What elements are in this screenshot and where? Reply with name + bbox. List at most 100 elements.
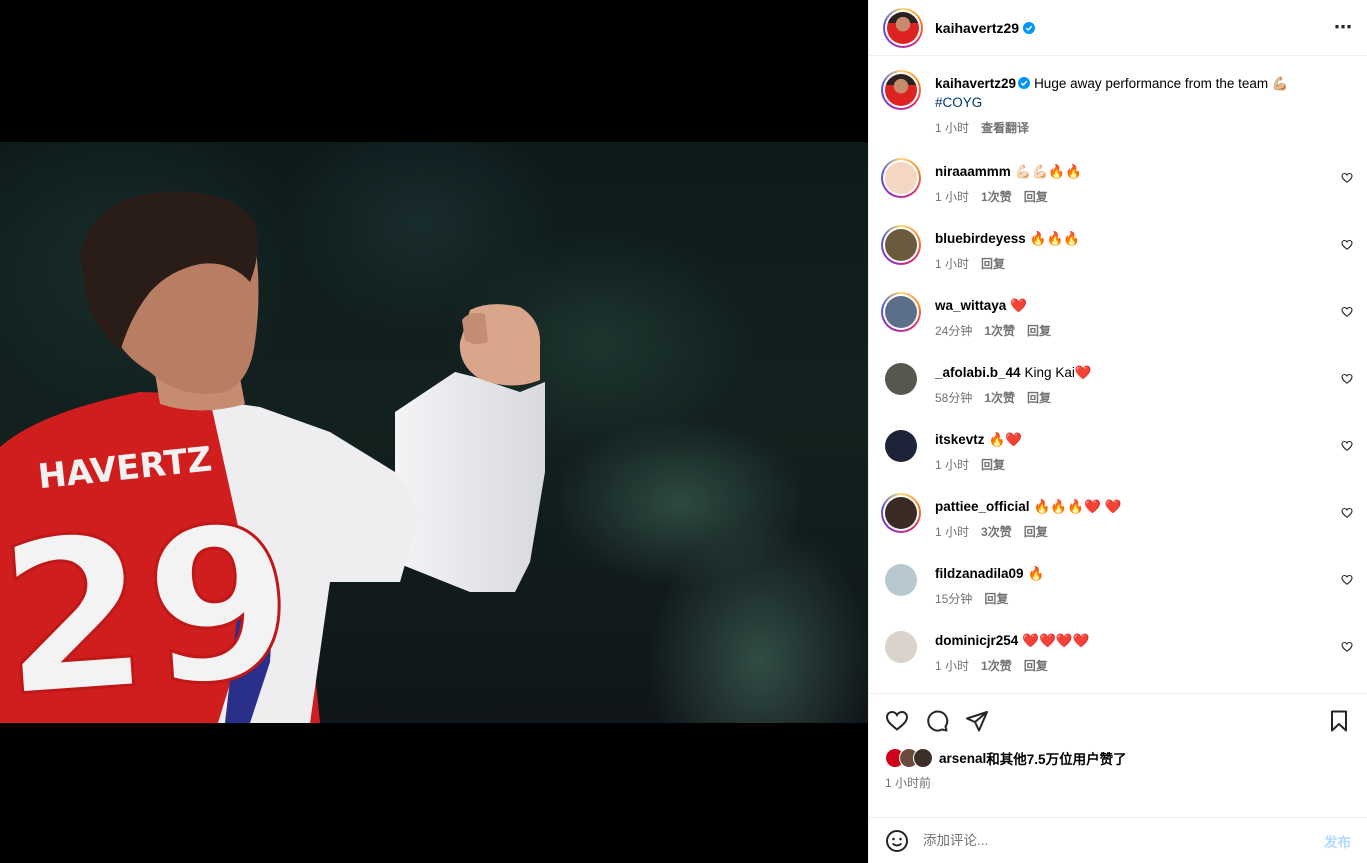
post-header: kaihavertz29 ⋯ — [869, 0, 1367, 56]
post-viewer: HAVERTZ 29 kaihavertz29 ⋯ kaihavertz29 Hu… — [0, 0, 1367, 863]
comment-text: 🔥🔥🔥 — [1029, 231, 1081, 246]
comment-like-count[interactable]: 1次赞 — [984, 322, 1015, 339]
comment-icon[interactable] — [925, 709, 949, 733]
comment-like-heart-icon[interactable] — [1341, 239, 1353, 251]
commenter-avatar[interactable] — [885, 363, 917, 395]
verified-badge-icon — [1018, 77, 1031, 89]
comment-text: 🔥🔥🔥❤️ ❤️ — [1033, 499, 1122, 514]
comment-row: niraaammm 💪🏻💪🏻🔥🔥 1 小时 1次赞 回复 — [881, 158, 1353, 213]
commenter-avatar[interactable] — [885, 631, 917, 663]
comment-text: ❤️ — [1010, 298, 1028, 313]
liker-avatars — [885, 748, 933, 768]
translate-button[interactable]: 查看翻译 — [981, 119, 1029, 136]
smiley-icon[interactable] — [885, 829, 909, 853]
comment-composer: 发布 — [869, 817, 1367, 863]
verified-badge-icon — [1023, 21, 1036, 34]
player-illustration: HAVERTZ 29 — [0, 191, 545, 723]
reply-button[interactable]: 回复 — [1024, 657, 1048, 674]
author-avatar-ring[interactable] — [883, 7, 923, 48]
author-username[interactable]: kaihavertz29 — [935, 20, 1019, 36]
commenter-avatar — [885, 296, 917, 328]
more-horizontal-icon[interactable]: ⋯ — [1334, 17, 1353, 38]
comment-text: 🔥 — [1027, 566, 1045, 581]
commenter-avatar-ring[interactable] — [881, 493, 921, 533]
commenter-username[interactable]: _afolabi.b_44 — [935, 365, 1021, 380]
commenter-username[interactable]: bluebirdeyess — [935, 231, 1026, 246]
caption-avatar — [885, 74, 917, 106]
comment-time[interactable]: 1 小时 — [935, 456, 969, 473]
commenter-avatar-ring[interactable] — [881, 292, 921, 332]
commenter-username[interactable]: itskevtz — [935, 432, 985, 447]
bookmark-icon[interactable] — [1327, 709, 1351, 733]
commenter-avatar-ring[interactable] — [881, 225, 921, 265]
comment-like-heart-icon[interactable] — [1341, 306, 1353, 318]
commenter-avatar — [885, 229, 917, 261]
comments-list[interactable]: kaihavertz29 Huge away performance from t… — [869, 56, 1367, 693]
caption-row: kaihavertz29 Huge away performance from t… — [881, 70, 1353, 136]
comment-time[interactable]: 15分钟 — [935, 590, 972, 607]
action-bar: arsenal 和其他7.5万位用户赞了 1 小时前 — [869, 693, 1367, 791]
commenter-username[interactable]: dominicjr254 — [935, 633, 1018, 648]
liker-avatar — [913, 748, 933, 768]
comment-like-count[interactable]: 1次赞 — [984, 389, 1015, 406]
reply-button[interactable]: 回复 — [1024, 523, 1048, 540]
likes-rest[interactable]: 和其他7.5万位用户赞了 — [986, 748, 1126, 768]
commenter-username[interactable]: wa_wittaya — [935, 298, 1006, 313]
comment-row: itskevtz 🔥❤️ 1 小时 回复 — [881, 426, 1353, 481]
commenter-avatar — [885, 162, 917, 194]
commenter-avatar[interactable] — [885, 430, 917, 462]
likes-summary[interactable]: arsenal 和其他7.5万位用户赞了 — [885, 748, 1351, 768]
comment-time[interactable]: 1 小时 — [935, 523, 969, 540]
paper-plane-icon[interactable] — [965, 709, 989, 733]
likes-lead-user[interactable]: arsenal — [939, 751, 986, 766]
comment-text: ❤️❤️❤️❤️ — [1022, 633, 1090, 648]
reply-button[interactable]: 回复 — [984, 590, 1008, 607]
comment-like-count[interactable]: 1次赞 — [981, 657, 1012, 674]
commenter-username[interactable]: niraaammm — [935, 164, 1011, 179]
commenter-username[interactable]: fildzanadila09 — [935, 566, 1024, 581]
comment-text: 💪🏻💪🏻🔥🔥 — [1014, 164, 1083, 179]
commenter-username[interactable]: pattiee_official — [935, 499, 1030, 514]
reply-button[interactable]: 回复 — [1024, 188, 1048, 205]
comment-row: wa_wittaya ❤️ 24分钟 1次赞 回复 — [881, 292, 1353, 347]
comment-like-count[interactable]: 1次赞 — [981, 188, 1012, 205]
comment-time[interactable]: 1 小时 — [935, 188, 969, 205]
comment-text: 🔥❤️ — [988, 432, 1023, 447]
comment-input[interactable] — [923, 833, 1324, 848]
post-side-panel: kaihavertz29 ⋯ kaihavertz29 Huge away per… — [868, 0, 1367, 863]
comment-like-heart-icon[interactable] — [1341, 373, 1353, 385]
svg-text:29: 29 — [0, 479, 301, 723]
comment-like-count[interactable]: 3次赞 — [981, 523, 1012, 540]
comment-time[interactable]: 1 小时 — [935, 255, 969, 272]
caption-username[interactable]: kaihavertz29 — [935, 76, 1016, 91]
caption-avatar-ring[interactable] — [881, 70, 921, 110]
commenter-avatar[interactable] — [885, 564, 917, 596]
reply-button[interactable]: 回复 — [1027, 322, 1051, 339]
reply-button[interactable]: 回复 — [1027, 389, 1051, 406]
comment-time[interactable]: 24分钟 — [935, 322, 972, 339]
comment-like-heart-icon[interactable] — [1341, 172, 1353, 184]
caption-hashtag[interactable]: #COYG — [935, 95, 982, 110]
reply-button[interactable]: 回复 — [981, 255, 1005, 272]
commenter-avatar — [885, 497, 917, 529]
post-photo: HAVERTZ 29 — [0, 142, 868, 723]
comment-like-heart-icon[interactable] — [1341, 574, 1353, 586]
comment-like-heart-icon[interactable] — [1341, 507, 1353, 519]
caption-text: Huge away performance from the team 💪🏼 — [1034, 76, 1289, 91]
post-comment-button[interactable]: 发布 — [1324, 831, 1351, 851]
heart-icon[interactable] — [885, 709, 909, 733]
post-media[interactable]: HAVERTZ 29 — [0, 0, 868, 863]
comment-row: dominicjr254 ❤️❤️❤️❤️ 1 小时 1次赞 回复 — [881, 627, 1353, 682]
comment-like-heart-icon[interactable] — [1341, 440, 1353, 452]
comment-row: pattiee_official 🔥🔥🔥❤️ ❤️ 1 小时 3次赞 回复 — [881, 493, 1353, 548]
comment-row: fildzanadila09 🔥 15分钟 回复 — [881, 560, 1353, 615]
comment-row: _afolabi.b_44 King Kai❤️ 58分钟 1次赞 回复 — [881, 359, 1353, 414]
commenter-avatar-ring[interactable] — [881, 158, 921, 198]
post-time[interactable]: 1 小时前 — [885, 774, 1351, 791]
comment-time[interactable]: 58分钟 — [935, 389, 972, 406]
comment-row: bluebirdeyess 🔥🔥🔥 1 小时 回复 — [881, 225, 1353, 280]
reply-button[interactable]: 回复 — [981, 456, 1005, 473]
comment-like-heart-icon[interactable] — [1341, 641, 1353, 653]
caption-time[interactable]: 1 小时 — [935, 119, 969, 136]
comment-time[interactable]: 1 小时 — [935, 657, 969, 674]
